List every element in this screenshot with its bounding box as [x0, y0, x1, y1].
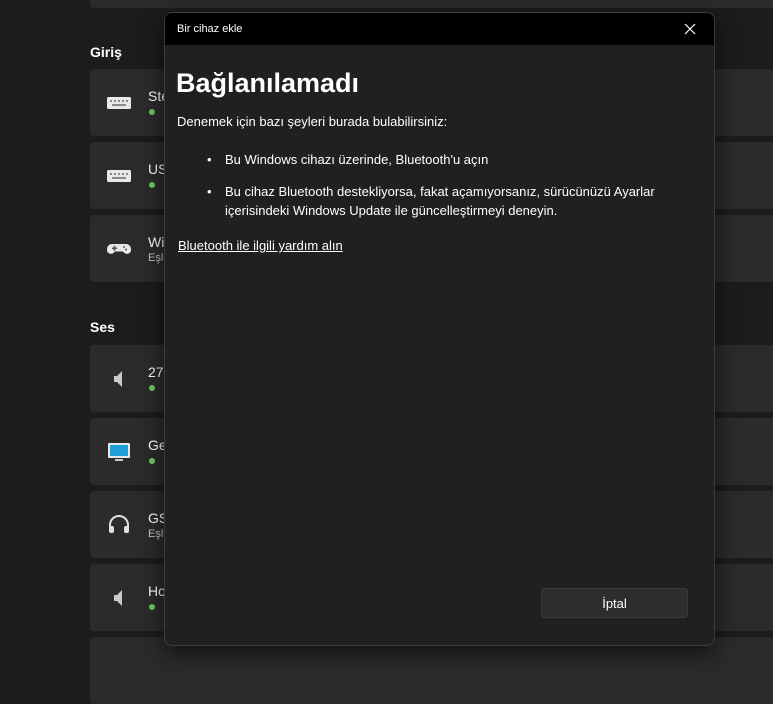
status-connected-dot: [149, 385, 155, 391]
close-icon: [684, 23, 696, 35]
tips-list: Bu Windows cihazı üzerinde, Bluetooth'u …: [207, 150, 687, 233]
tip-item: Bu cihaz Bluetooth destekliyorsa, fakat …: [207, 182, 687, 220]
dialog-titlebar: Bir cihaz ekle: [165, 13, 714, 45]
status-connected-dot: [149, 109, 155, 115]
close-button[interactable]: [674, 17, 706, 41]
dialog-intro: Denemek için bazı şeyleri burada bulabil…: [177, 114, 448, 129]
speaker-icon: [105, 584, 133, 612]
dialog-title: Bir cihaz ekle: [177, 23, 243, 35]
section-heading-audio: Ses: [90, 319, 115, 335]
device-card-partial[interactable]: [90, 0, 773, 8]
device-status-text: Eşl: [148, 528, 164, 540]
device-card-partial[interactable]: [90, 637, 773, 704]
add-device-dialog: Bir cihaz ekle Bağlanılamadı Denemek içi…: [164, 12, 715, 646]
speaker-icon: [105, 365, 133, 393]
keyboard-icon: [105, 89, 133, 117]
tip-item: Bu Windows cihazı üzerinde, Bluetooth'u …: [207, 150, 687, 169]
status-connected-dot: [149, 182, 155, 188]
monitor-icon: [105, 438, 133, 466]
dialog-heading: Bağlanılamadı: [176, 68, 360, 98]
device-name: 27: [148, 364, 164, 380]
device-name: Wi: [148, 234, 165, 250]
headset-icon: [105, 511, 133, 539]
keyboard-icon: [105, 162, 133, 190]
gamepad-icon: [105, 235, 133, 263]
status-connected-dot: [149, 458, 155, 464]
bluetooth-help-link[interactable]: Bluetooth ile ilgili yardım alın: [178, 238, 343, 253]
status-connected-dot: [149, 604, 155, 610]
cancel-button[interactable]: İptal: [541, 588, 688, 618]
device-status-text: Eşl: [148, 252, 164, 264]
section-heading-input: Giriş: [90, 44, 122, 60]
